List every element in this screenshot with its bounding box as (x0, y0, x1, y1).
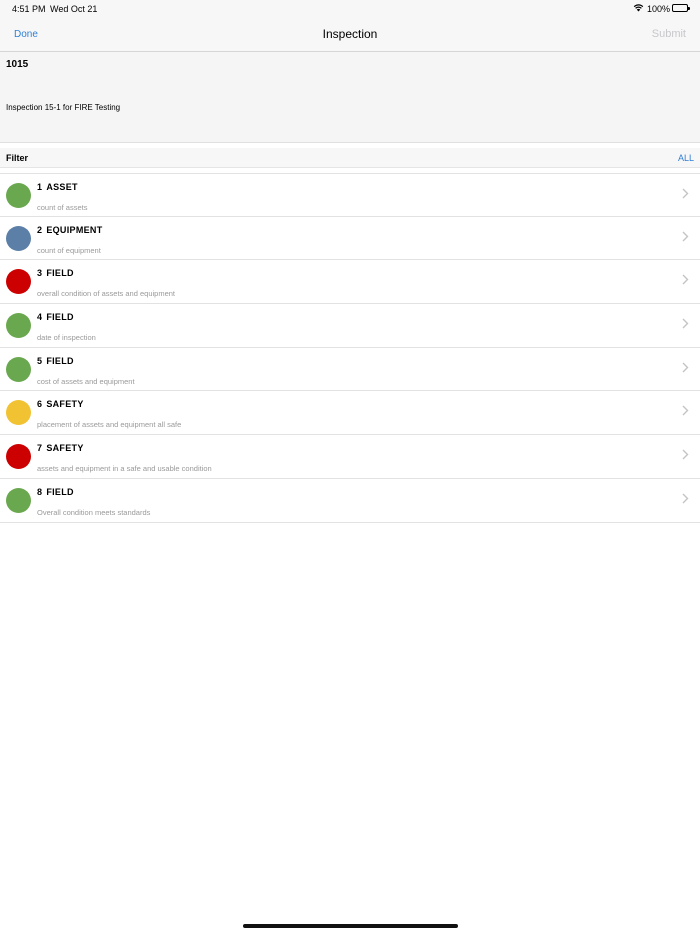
item-number: 7 (37, 443, 43, 454)
inspection-number: 1015 (6, 59, 29, 70)
status-dot (6, 356, 31, 382)
list-item[interactable]: 3 FIELD overall condition of assets and eq… (0, 260, 700, 305)
item-title: 2 EQUIPMENT (37, 225, 103, 235)
filter-bar: Filter ALL (0, 148, 700, 168)
filter-all-button[interactable]: ALL (678, 153, 694, 163)
chevron-right-icon (682, 449, 689, 463)
item-category: FIELD (46, 268, 74, 279)
inspection-item-list: 1 ASSET count of assets 2 EQUIPMENT count of … (0, 173, 700, 523)
item-number: 8 (37, 486, 43, 497)
item-category: SAFETY (46, 399, 84, 410)
list-item[interactable]: 6 SAFETY placement of assets and equipment… (0, 391, 700, 436)
status-dot (6, 269, 31, 295)
item-subtitle: overall condition of assets and equipmen… (37, 289, 176, 299)
item-number: 5 (37, 355, 43, 366)
item-title: 5 FIELD (37, 356, 74, 366)
item-title: 4 FIELD (37, 312, 74, 322)
item-number: 2 (37, 224, 43, 235)
item-category: FIELD (46, 486, 74, 497)
inspection-header: 1015 Inspection 15-1 for FIRE Testing (0, 52, 700, 143)
home-indicator (243, 924, 458, 928)
chevron-right-icon (682, 188, 689, 202)
item-subtitle: cost of assets and equipment (37, 376, 135, 386)
list-item[interactable]: 8 FIELD Overall condition meets standards (0, 478, 700, 523)
chevron-right-icon (682, 493, 689, 507)
item-number: 4 (37, 312, 43, 323)
page-title: Inspection (322, 27, 378, 41)
list-item[interactable]: 1 ASSET count of assets (0, 173, 700, 217)
item-subtitle: date of inspection (37, 333, 96, 343)
filter-label: Filter (6, 153, 29, 163)
chevron-right-icon (682, 362, 689, 376)
status-dot (6, 444, 31, 470)
item-title: 7 SAFETY (37, 443, 84, 453)
item-category: ASSET (46, 182, 78, 192)
item-subtitle: Overall condition meets standards (37, 507, 151, 517)
item-category: FIELD (46, 355, 74, 366)
item-title: 8 FIELD (37, 487, 74, 497)
status-time: 4:51 PM (12, 4, 46, 14)
item-subtitle: count of equipment (37, 245, 101, 255)
status-dot (6, 183, 31, 208)
chevron-right-icon (682, 274, 689, 288)
battery-percent: 100% (647, 4, 671, 14)
status-dot (6, 225, 31, 251)
item-category: SAFETY (46, 443, 84, 454)
item-title: 6 SAFETY (37, 399, 84, 409)
status-dot (6, 400, 31, 426)
chevron-right-icon (682, 318, 689, 332)
submit-button[interactable]: Submit (652, 28, 686, 40)
list-item[interactable]: 2 EQUIPMENT count of equipment (0, 216, 700, 261)
status-bar: 4:51 PM Wed Oct 21 100% (0, 0, 700, 18)
wifi-icon (633, 3, 644, 14)
item-number: 6 (37, 399, 43, 410)
item-category: EQUIPMENT (46, 224, 103, 235)
item-category: FIELD (46, 312, 74, 323)
item-number: 3 (37, 268, 43, 279)
status-dot (6, 487, 31, 513)
chevron-right-icon (682, 405, 689, 419)
item-number: 1 (37, 182, 43, 192)
battery-icon (672, 4, 690, 12)
item-subtitle: assets and equipment in a safe and usabl… (37, 464, 212, 474)
item-subtitle: count of assets (37, 203, 88, 212)
item-title: 3 FIELD (37, 268, 74, 278)
list-item[interactable]: 4 FIELD date of inspection (0, 304, 700, 348)
list-item[interactable]: 7 SAFETY assets and equipment in a safe an… (0, 435, 700, 479)
chevron-right-icon (682, 231, 689, 245)
status-date: Wed Oct 21 (50, 4, 98, 14)
navigation-bar: Done Inspection Submit (0, 18, 700, 52)
item-title: 1 ASSET (37, 182, 78, 192)
item-subtitle: placement of assets and equipment all sa… (37, 420, 182, 430)
status-dot (6, 313, 31, 339)
list-item[interactable]: 5 FIELD cost of assets and equipment (0, 347, 700, 392)
inspection-description: Inspection 15-1 for FIRE Testing (6, 103, 121, 112)
